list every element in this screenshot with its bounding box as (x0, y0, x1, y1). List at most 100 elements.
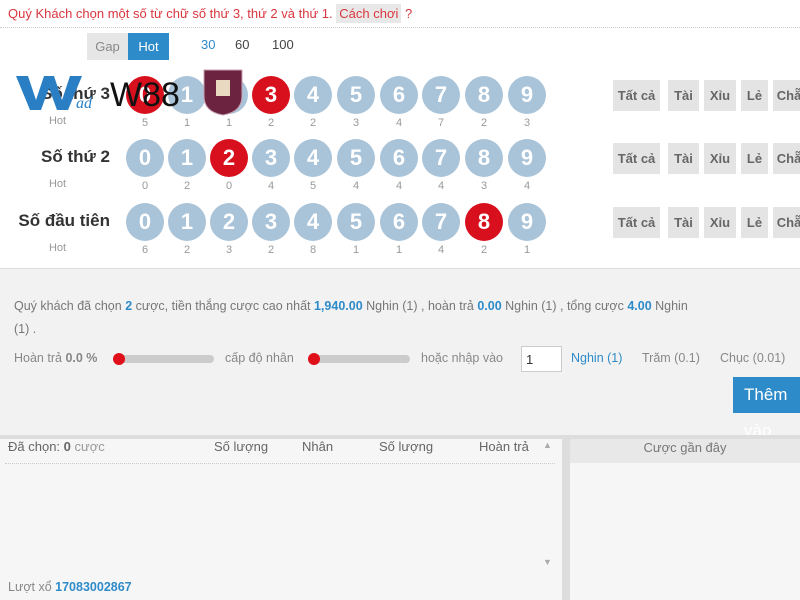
period-100[interactable]: 100 (272, 37, 294, 52)
multiplier-label: cấp độ nhân (225, 351, 294, 365)
hot-count: 2 (480, 117, 488, 129)
hot-count: 2 (309, 117, 317, 129)
add-bet-button[interactable]: Thêm vào (733, 377, 800, 440)
digit-ball-5[interactable]: 5 (337, 139, 375, 177)
period-60[interactable]: 60 (235, 37, 249, 52)
gap-toggle[interactable]: Gap (87, 33, 128, 60)
input-label: hoặc nhập vào (421, 351, 504, 365)
period-30[interactable]: 30 (201, 37, 215, 52)
multiplier-slider[interactable] (311, 355, 410, 363)
hot-count: 1 (183, 117, 191, 129)
row-label: Số thứ 2 (41, 147, 110, 166)
digit-ball-6[interactable]: 6 (380, 139, 418, 177)
amount-input[interactable] (521, 346, 562, 372)
digit-ball-0[interactable]: 0 (126, 203, 164, 241)
quick-select-button[interactable]: Lẻ (741, 207, 768, 238)
digit-ball-9[interactable]: 9 (508, 203, 546, 241)
digit-ball-0[interactable]: 0 (126, 139, 164, 177)
digit-ball-6[interactable]: 6 (380, 203, 418, 241)
hot-count: 0 (141, 180, 149, 192)
unit-ten[interactable]: Chục (0.01) (720, 351, 785, 365)
column-rebate: Hoàn trả (479, 439, 529, 454)
digit-ball-8[interactable]: 8 (465, 76, 503, 114)
unit-thousand[interactable]: Nghin (1) (571, 351, 622, 365)
digit-ball-8[interactable]: 8 (465, 139, 503, 177)
quick-select-button[interactable]: Lẻ (741, 80, 768, 111)
digit-ball-6[interactable]: 6 (380, 76, 418, 114)
how-to-play-link[interactable]: Cách chơi (336, 4, 402, 23)
digit-ball-3[interactable]: 3 (252, 139, 290, 177)
scroll-up-icon[interactable]: ▲ (543, 440, 552, 450)
hot-count: 1 (352, 244, 360, 256)
chosen-count: Đã chọn: 0 cược (8, 439, 105, 454)
digit-ball-4[interactable]: 4 (294, 76, 332, 114)
hot-count: 4 (437, 180, 445, 192)
rebate-label: Hoàn trả 0.0 % (14, 351, 98, 365)
selected-bets-panel (0, 435, 562, 600)
quick-select-button[interactable]: Chẵn (773, 80, 800, 111)
scroll-down-icon[interactable]: ▼ (543, 557, 552, 567)
quick-select-button[interactable]: Tài (668, 207, 699, 238)
hot-count: 4 (267, 180, 275, 192)
quick-select-button[interactable]: Chẵn (773, 143, 800, 174)
digit-ball-9[interactable]: 9 (508, 139, 546, 177)
unit-hundred[interactable]: Trăm (0.1) (642, 351, 700, 365)
quick-select-button[interactable]: Tất cả (613, 143, 660, 174)
digit-ball-1[interactable]: 1 (168, 139, 206, 177)
hot-count: 5 (141, 117, 149, 129)
hot-count: 0 (225, 180, 233, 192)
quick-select-button[interactable]: Chẵn (773, 207, 800, 238)
svg-text:ad: ad (76, 95, 93, 112)
digit-ball-5[interactable]: 5 (337, 76, 375, 114)
quick-select-button[interactable]: Xỉu (704, 80, 736, 111)
quick-select-button[interactable]: Lẻ (741, 143, 768, 174)
hot-count: 2 (267, 117, 275, 129)
hot-count: 4 (395, 117, 403, 129)
hot-count: 2 (183, 180, 191, 192)
help-icon[interactable]: ? (405, 6, 412, 21)
bet-summary: Quý khách đã chọn 2 cược, tiền thắng cượ… (14, 299, 688, 336)
quick-select-button[interactable]: Xỉu (704, 143, 736, 174)
hot-count: 4 (352, 180, 360, 192)
quick-select-button[interactable]: Tất cả (613, 207, 660, 238)
digit-ball-2[interactable]: 2 (210, 139, 248, 177)
digit-ball-1[interactable]: 1 (168, 203, 206, 241)
hot-count: 6 (141, 244, 149, 256)
digit-ball-5[interactable]: 5 (337, 203, 375, 241)
hot-label: Hot (48, 115, 67, 127)
hot-count: 1 (395, 244, 403, 256)
draw-number: Lượt xổ 17083002867 (8, 580, 132, 594)
recent-bets-title: Cược gần đây (570, 439, 800, 463)
hot-count: 2 (183, 244, 191, 256)
digit-ball-4[interactable]: 4 (294, 203, 332, 241)
hot-count: 7 (437, 117, 445, 129)
hot-count: 3 (523, 117, 531, 129)
quick-select-button[interactable]: Tất cả (613, 80, 660, 111)
hot-count: 4 (395, 180, 403, 192)
quick-select-button[interactable]: Tài (668, 143, 699, 174)
digit-ball-9[interactable]: 9 (508, 76, 546, 114)
column-multiplier: Nhân (302, 439, 334, 454)
hot-count: 2 (480, 244, 488, 256)
digit-ball-7[interactable]: 7 (422, 203, 460, 241)
digit-ball-3[interactable]: 3 (252, 76, 290, 114)
quick-select-button[interactable]: Xỉu (704, 207, 736, 238)
digit-ball-2[interactable]: 2 (210, 203, 248, 241)
multiplier-slider-handle[interactable] (308, 353, 320, 365)
rebate-slider-handle[interactable] (113, 353, 125, 365)
digit-ball-4[interactable]: 4 (294, 139, 332, 177)
hot-count: 1 (523, 244, 531, 256)
hot-toggle[interactable]: Hot (128, 33, 169, 60)
hot-count: 4 (437, 244, 445, 256)
quick-select-button[interactable]: Tài (668, 80, 699, 111)
digit-ball-7[interactable]: 7 (422, 139, 460, 177)
column-quantity: Số lượng (214, 439, 269, 454)
hot-count: 3 (480, 180, 488, 192)
hot-label: Hot (48, 242, 67, 254)
rebate-slider[interactable] (116, 355, 214, 363)
hot-count: 3 (225, 244, 233, 256)
digit-ball-7[interactable]: 7 (422, 76, 460, 114)
instruction: Quý Khách chọn một số từ chữ số thứ 3, t… (8, 6, 333, 21)
digit-ball-8[interactable]: 8 (465, 203, 503, 241)
digit-ball-3[interactable]: 3 (252, 203, 290, 241)
